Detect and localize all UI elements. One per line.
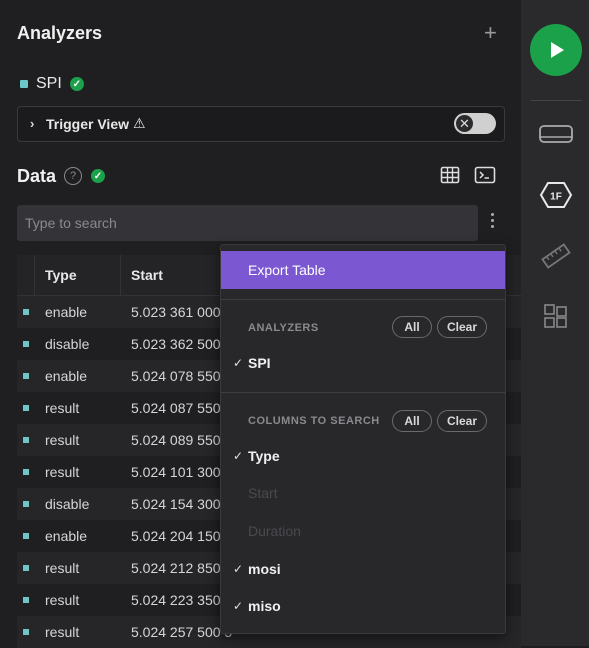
- check-circle-icon: ✓: [91, 169, 105, 183]
- channel-color-swatch: [17, 597, 35, 603]
- options-menu: Export Table ANALYZERS All Clear ✓ SPI C…: [220, 244, 506, 634]
- channel-color-swatch: [17, 565, 35, 571]
- check-circle-icon: ✓: [69, 77, 84, 91]
- divider: [531, 100, 582, 101]
- option-label: Duration: [248, 523, 301, 539]
- channel-color-swatch: [17, 469, 35, 475]
- analyzer-item-label: SPI: [36, 75, 62, 92]
- channel-color-swatch: [17, 533, 35, 539]
- cell-start: 5.024 212 850: [131, 560, 221, 576]
- channel-color-swatch: [17, 501, 35, 507]
- option-label: Type: [248, 448, 280, 464]
- option-label: mosi: [248, 561, 281, 577]
- analyzers-clear-button[interactable]: Clear: [437, 316, 487, 338]
- channel-color-swatch: [17, 405, 35, 411]
- column-option-mosi[interactable]: ✓ mosi: [233, 561, 281, 577]
- divider: [221, 299, 505, 300]
- column-header-start[interactable]: Start: [121, 255, 226, 295]
- warning-icon: ⚠: [133, 115, 146, 131]
- cell-type: enable: [45, 304, 88, 320]
- cell-start: 5.024 078 550: [131, 368, 221, 384]
- columns-all-button[interactable]: All: [392, 410, 432, 432]
- analyzer-item-spi[interactable]: SPI ✓: [20, 74, 84, 94]
- channel-color-swatch: [17, 341, 35, 347]
- trigger-view-label: Trigger View: [46, 116, 129, 132]
- 1F-badge-text: 1F: [550, 192, 562, 203]
- checkmark-icon: ✓: [233, 562, 244, 576]
- column-option-start[interactable]: Start: [233, 485, 278, 501]
- cell-type: disable: [45, 496, 90, 512]
- close-icon: ✕: [456, 115, 473, 132]
- add-analyzer-icon[interactable]: +: [484, 20, 497, 46]
- channel-color-swatch: [17, 629, 35, 635]
- option-label: miso: [248, 598, 281, 614]
- analyzer-option-spi[interactable]: ✓ SPI: [233, 355, 271, 371]
- trigger-view-toggle[interactable]: ✕: [454, 113, 496, 134]
- data-title: Data: [17, 166, 57, 186]
- channel-color-swatch: [17, 373, 35, 379]
- ruler-icon[interactable]: [538, 241, 574, 271]
- cell-type: result: [45, 624, 80, 640]
- cell-start: 5.024 087 550: [131, 400, 221, 416]
- analyzers-title: Analyzers: [17, 23, 103, 43]
- more-options-icon[interactable]: [488, 213, 496, 233]
- trigger-view-panel[interactable]: › Trigger View ⚠ ✕: [17, 106, 505, 142]
- option-label: SPI: [248, 355, 271, 371]
- channel-color-swatch: [17, 437, 35, 443]
- checkmark-icon: ✓: [233, 599, 244, 613]
- cell-type: disable: [45, 336, 90, 352]
- analyzers-section-header: ANALYZERS: [248, 322, 319, 334]
- export-table-menu-item[interactable]: Export Table: [221, 251, 505, 289]
- chevron-right-icon[interactable]: ›: [30, 116, 34, 131]
- channel-color-swatch: [20, 80, 28, 88]
- columns-section-header: COLUMNS TO SEARCH: [248, 415, 380, 427]
- cell-start: 5.024 089 550: [131, 432, 221, 448]
- column-header-color: [17, 255, 35, 295]
- play-button[interactable]: [530, 24, 582, 76]
- cell-start: 5.024 154 300: [131, 496, 221, 512]
- cell-type: result: [45, 560, 80, 576]
- cell-type: result: [45, 432, 80, 448]
- cell-type: enable: [45, 528, 88, 544]
- terminal-icon[interactable]: [474, 165, 496, 185]
- cell-start: 5.024 223 350: [131, 592, 221, 608]
- checkmark-icon: ✓: [233, 356, 244, 370]
- checkmark-icon: ✓: [233, 449, 244, 463]
- channel-color-swatch: [17, 309, 35, 315]
- cell-start: 5.023 362 500: [131, 336, 221, 352]
- cell-start: 5.023 361 000: [131, 304, 221, 320]
- search-input[interactable]: [17, 205, 478, 241]
- column-option-miso[interactable]: ✓ miso: [233, 598, 281, 614]
- divider: [221, 392, 505, 393]
- play-icon: [551, 42, 564, 58]
- cell-type: result: [45, 592, 80, 608]
- analyzers-all-button[interactable]: All: [392, 316, 432, 338]
- column-option-type[interactable]: ✓ Type: [233, 448, 280, 464]
- 1F-icon[interactable]: 1F: [538, 180, 574, 210]
- table-view-icon[interactable]: [440, 165, 460, 185]
- cell-type: enable: [45, 368, 88, 384]
- column-option-duration[interactable]: Duration: [233, 523, 301, 539]
- columns-clear-button[interactable]: Clear: [437, 410, 487, 432]
- extensions-icon[interactable]: [538, 302, 574, 332]
- column-header-type[interactable]: Type: [35, 255, 121, 295]
- cell-start: 5.024 257 500 5: [131, 624, 233, 640]
- cell-start: 5.024 101 300: [131, 464, 221, 480]
- cell-start: 5.024 204 150: [131, 528, 221, 544]
- help-icon[interactable]: ?: [64, 167, 82, 185]
- option-label: Start: [248, 485, 278, 501]
- cell-type: result: [45, 464, 80, 480]
- cell-type: result: [45, 400, 80, 416]
- analog-icon[interactable]: [538, 120, 574, 150]
